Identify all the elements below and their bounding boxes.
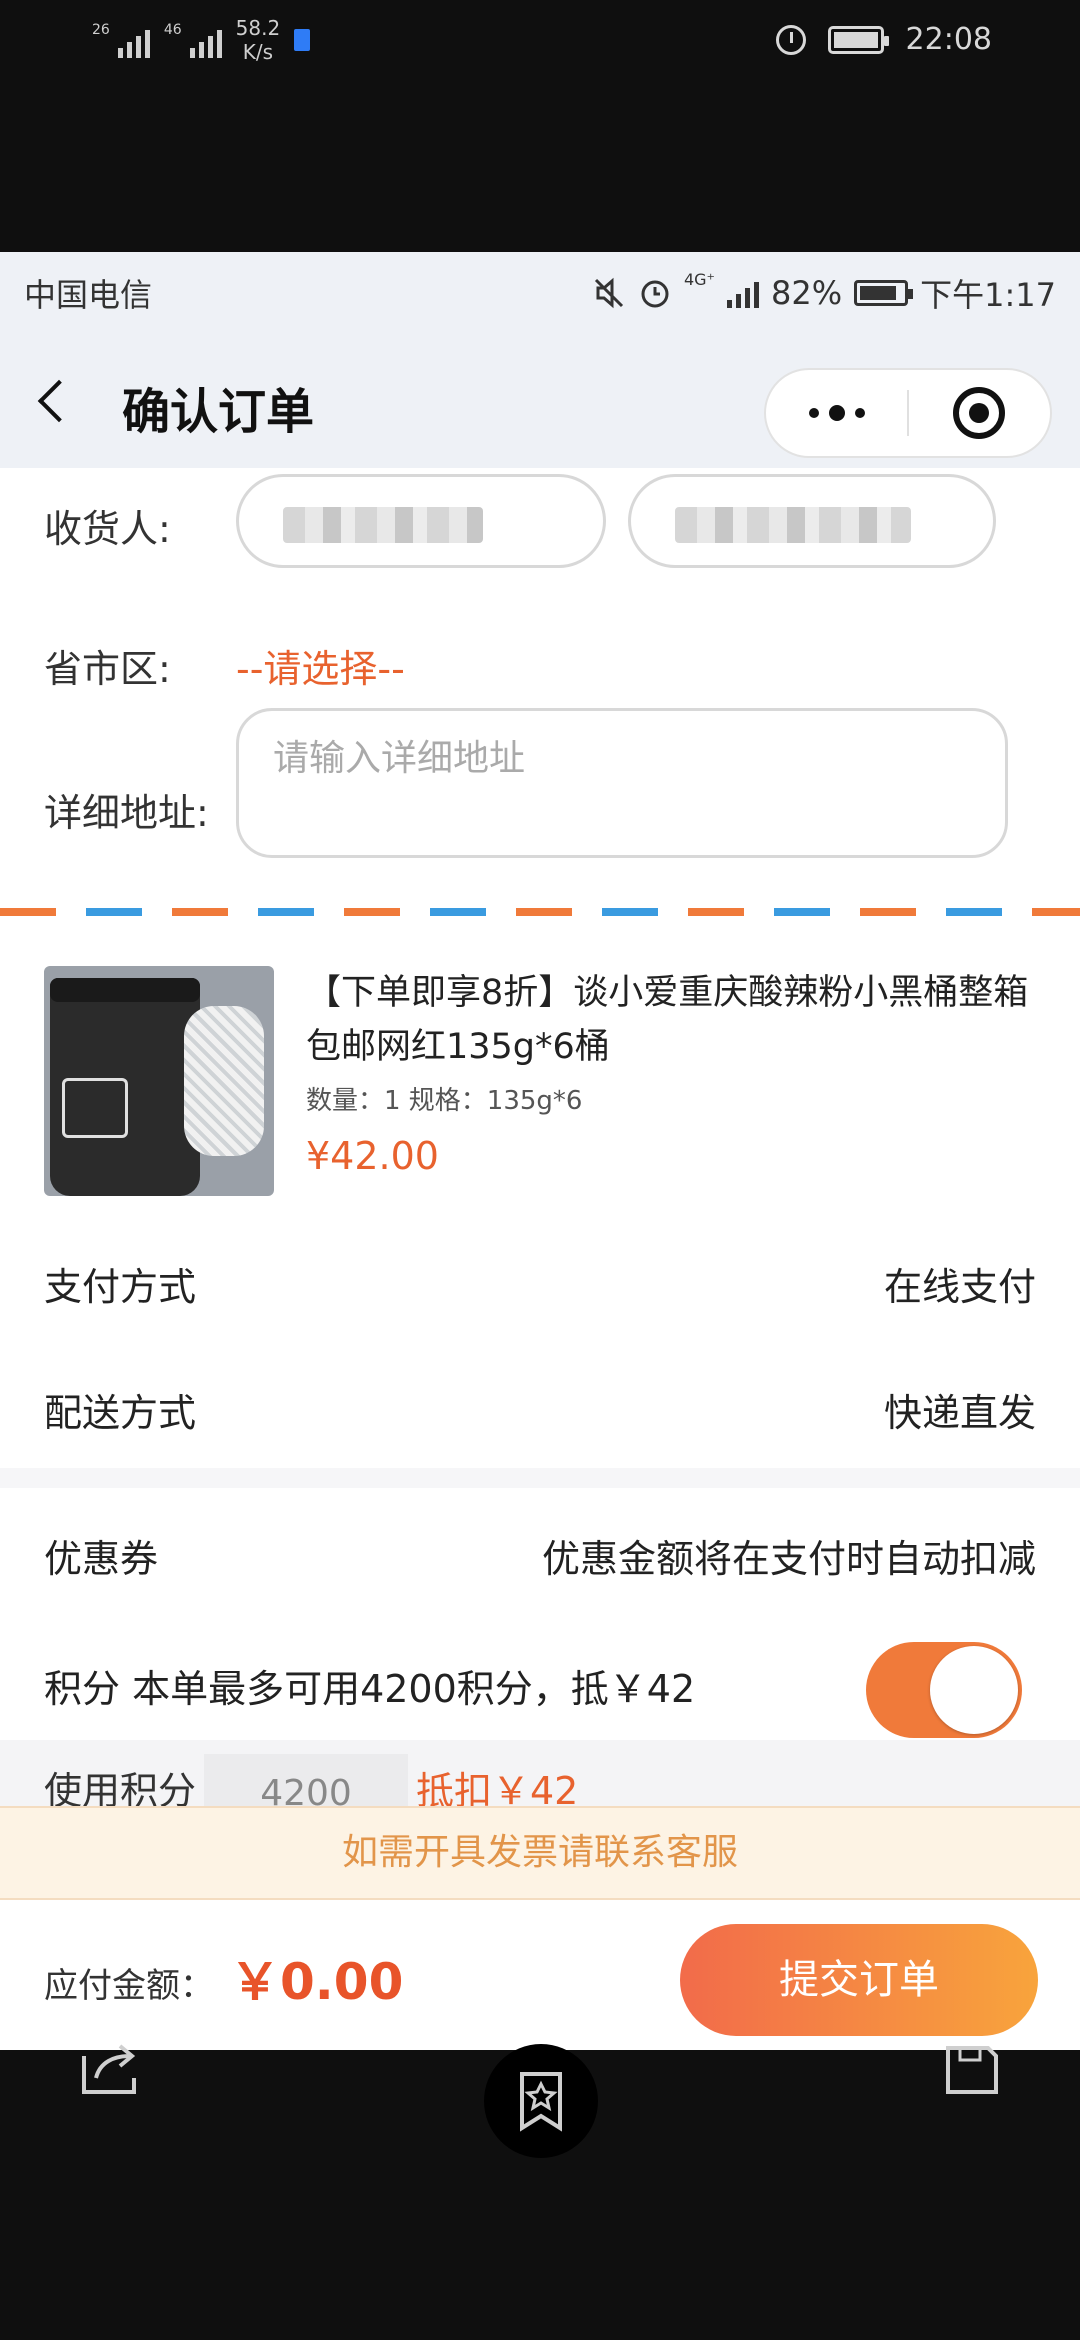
points-toggle[interactable] (866, 1642, 1022, 1738)
signal-1-label: 26 (92, 22, 110, 38)
payment-method-value: 在线支付 (883, 1265, 1036, 1309)
network-speed: 58.2 K/s (236, 16, 281, 64)
coupon-label: 优惠券 (44, 1537, 159, 1581)
signal-icon-2: 46 (164, 22, 222, 58)
use-points-label: 使用积分 (44, 1769, 197, 1806)
carrier-name: 中国电信 (24, 276, 153, 314)
amount-label: 应付金额： (44, 1966, 214, 2006)
speed-unit: K/s (242, 40, 274, 64)
share-icon[interactable] (80, 2042, 138, 2096)
invoice-notice: 如需开具发票请联系客服 (0, 1806, 1080, 1900)
checkout-bar: 应付金额： ￥0.00 提交订单 (0, 1900, 1080, 2050)
submit-order-button[interactable]: 提交订单 (680, 1924, 1038, 2036)
coupon-value: 优惠金额将在支付时自动扣减 (541, 1537, 1036, 1581)
outer-status-bar: 26 46 58.2 K/s 22:08 (0, 0, 1080, 252)
region-picker[interactable]: --请选择-- (236, 638, 405, 693)
redacted-name (283, 507, 483, 543)
delivery-method-row: 配送方式 快递直发 (0, 1342, 1080, 1468)
inner-clock: 下午1:17 (920, 276, 1056, 314)
mute-icon (594, 277, 624, 309)
inner-status-bar: 中国电信 4G⁺ 82% 下午1:17 (0, 252, 1080, 334)
points-deduct-text: 抵扣￥42 (416, 1769, 579, 1806)
bottom-toolbar (0, 2044, 1080, 2340)
cell-signal-icon (727, 278, 759, 308)
signal-icon: 26 (92, 22, 150, 58)
alarm-icon-inner (641, 280, 669, 308)
alarm-icon (775, 24, 806, 55)
coupon-row[interactable]: 优惠券 优惠金额将在支付时自动扣减 (0, 1488, 1080, 1614)
bookmark-button[interactable] (484, 2044, 598, 2158)
use-points-input[interactable]: 4200 (204, 1754, 408, 1806)
battery-percent: 82% (771, 274, 843, 312)
network-type: 4G⁺ (683, 270, 715, 289)
points-label: 积分 本单最多可用4200积分，抵￥42 (44, 1667, 696, 1711)
nav-bar: 确认订单 (0, 334, 1080, 468)
product-card: 【下单即享8折】谈小爱重庆酸辣粉小黑桶整箱包邮网红135g*6桶 数量：1 规格… (0, 916, 1080, 1216)
delivery-method-label: 配送方式 (44, 1391, 197, 1435)
product-image (44, 966, 274, 1196)
product-price: ¥42.00 (306, 1134, 439, 1178)
section-gap (0, 1468, 1080, 1488)
address-form: 收货人: 省市区: --请选择-- 详细地址: 请输入详细地址 (0, 468, 1080, 908)
receiver-label: 收货人: (44, 507, 171, 551)
use-points-row: 使用积分 4200 抵扣￥42 (0, 1740, 1080, 1806)
payment-method-row: 支付方式 在线支付 (0, 1216, 1080, 1342)
save-icon[interactable] (944, 2044, 1000, 2096)
delivery-method-value: 快递直发 (883, 1391, 1036, 1435)
battery-icon-inner (854, 280, 914, 306)
signal-2-label: 46 (163, 22, 182, 38)
product-spec: 数量：1 规格：135g*6 (306, 1086, 583, 1116)
points-row: 积分 本单最多可用4200积分，抵￥42 (0, 1614, 1080, 1740)
back-arrow-icon[interactable] (30, 378, 76, 424)
bookmark-star-icon (520, 2072, 562, 2132)
phone-screen: 中国电信 4G⁺ 82% 下午1:17 确认订单 收货人: 省市区: --请选择… (0, 252, 1080, 2050)
product-title: 【下单即享8折】谈小爱重庆酸辣粉小黑桶整箱包邮网红135g*6桶 (306, 973, 1029, 1067)
app-notification-icon (294, 29, 311, 51)
amount-due: ￥0.00 (230, 1953, 404, 2011)
airmail-divider (0, 908, 1080, 916)
payment-method-label: 支付方式 (44, 1265, 197, 1309)
battery-icon (827, 25, 889, 54)
outer-clock: 22:08 (905, 22, 992, 57)
miniprogram-capsule (764, 368, 1052, 458)
speed-value: 58.2 (235, 16, 281, 40)
receiver-name-input[interactable] (236, 474, 606, 568)
detail-address-textarea[interactable]: 请输入详细地址 (236, 708, 1008, 858)
close-target-icon[interactable] (909, 387, 1050, 439)
region-label: 省市区: (44, 647, 171, 691)
toggle-knob (930, 1646, 1018, 1734)
redacted-phone (675, 507, 911, 543)
page-title: 确认订单 (122, 384, 315, 440)
receiver-phone-input[interactable] (628, 474, 996, 568)
detail-address-label: 详细地址: (44, 791, 209, 835)
more-dots-icon[interactable] (766, 405, 907, 421)
